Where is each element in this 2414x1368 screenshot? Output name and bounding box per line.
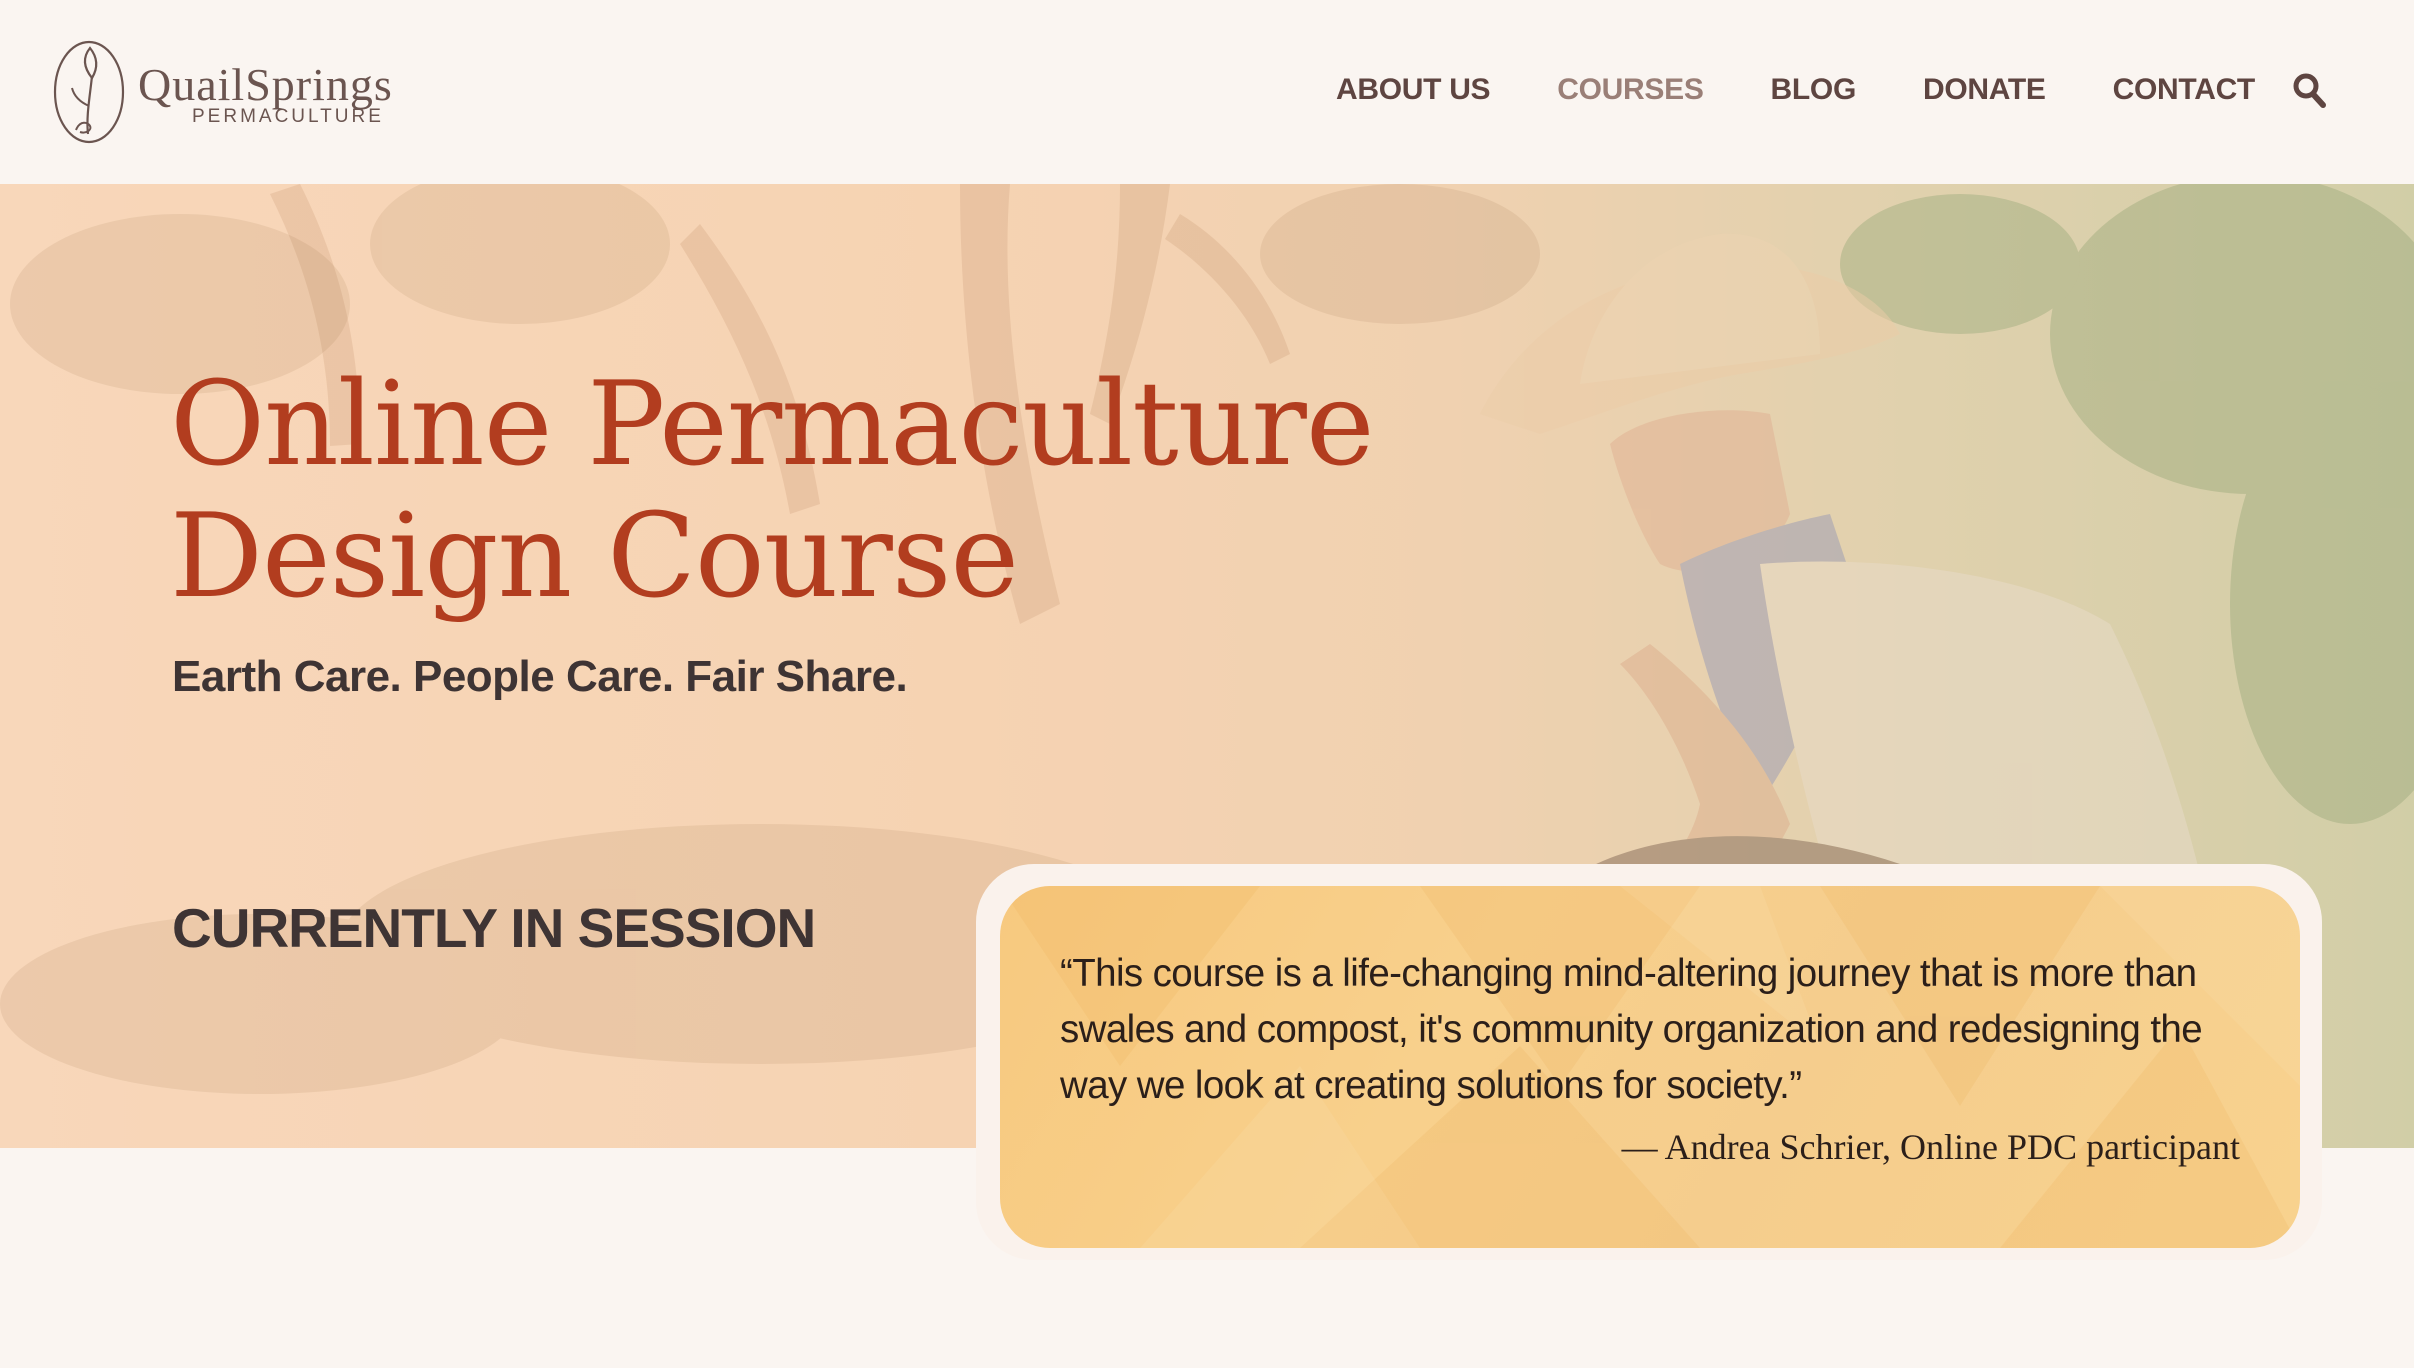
testimonial-author: — Andrea Schrier, Online PDC participant: [1621, 1127, 2240, 1167]
page-title: Online Permaculture Design Course: [170, 359, 1470, 623]
testimonial-card: “This course is a life-changing mind-alt…: [1000, 886, 2300, 1248]
search-button[interactable]: [2292, 70, 2328, 110]
session-status-heading: CURRENTLY IN SESSION: [172, 897, 816, 959]
nav-about-us[interactable]: ABOUT US: [1336, 73, 1491, 107]
main-nav: ABOUT US COURSES BLOG DONATE CONTACT: [1336, 70, 2322, 110]
brand-subtitle: PERMACULTURE: [192, 106, 384, 127]
page-title-line1: Online Permaculture: [170, 357, 1375, 492]
hero-tagline: Earth Care. People Care. Fair Share.: [172, 652, 908, 701]
page-title-line2: Design Course: [170, 489, 1019, 624]
nav-donate[interactable]: DONATE: [1923, 73, 2046, 107]
search-icon: [2293, 73, 2326, 108]
testimonial-quote: “This course is a life-changing mind-alt…: [1060, 952, 2203, 1107]
sprout-logo-icon: [53, 40, 125, 144]
nav-blog[interactable]: BLOG: [1771, 73, 1857, 107]
nav-contact[interactable]: CONTACT: [2113, 73, 2256, 107]
nav-courses[interactable]: COURSES: [1557, 73, 1704, 107]
site-header: QuailSprings PERMACULTURE ABOUT US COURS…: [0, 0, 2414, 184]
brand-name: QuailSprings: [138, 59, 393, 110]
site-logo[interactable]: QuailSprings PERMACULTURE: [52, 36, 432, 144]
